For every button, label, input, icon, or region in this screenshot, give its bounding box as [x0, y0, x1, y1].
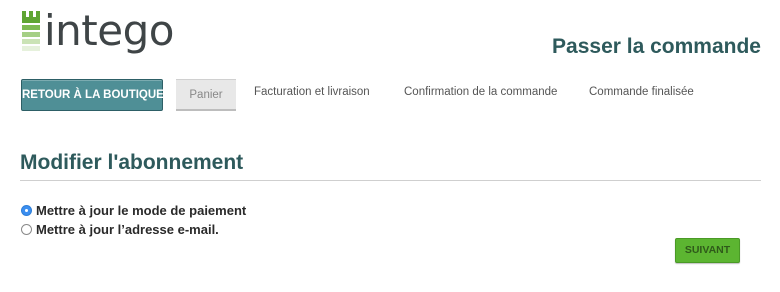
- checkout-page: intego Passer la commande RETOUR À LA BO…: [0, 0, 780, 292]
- intego-logo[interactable]: intego: [22, 8, 174, 54]
- castle-tower-icon: [22, 11, 40, 53]
- option-update-email-label: Mettre à jour l’adresse e-mail.: [36, 222, 219, 237]
- next-button[interactable]: SUIVANT: [675, 238, 740, 263]
- step-order-confirmation: Confirmation de la commande: [404, 86, 558, 98]
- option-update-email[interactable]: Mettre à jour l’adresse e-mail.: [21, 222, 219, 237]
- radio-update-email[interactable]: [21, 224, 32, 235]
- radio-update-payment[interactable]: [21, 205, 32, 216]
- page-title: Passer la commande: [552, 35, 761, 58]
- step-billing-shipping: Facturation et livraison: [254, 86, 370, 98]
- option-update-payment-label: Mettre à jour le mode de paiement: [36, 203, 247, 218]
- logo-text: intego: [44, 6, 174, 55]
- step-order-complete: Commande finalisée: [589, 86, 694, 98]
- back-to-shop-button[interactable]: RETOUR À LA BOUTIQUE: [21, 79, 164, 111]
- step-cart: Panier: [176, 79, 236, 111]
- section-title: Modifier l'abonnement: [20, 151, 244, 174]
- option-update-payment[interactable]: Mettre à jour le mode de paiement: [21, 203, 246, 218]
- section-divider: [20, 180, 761, 181]
